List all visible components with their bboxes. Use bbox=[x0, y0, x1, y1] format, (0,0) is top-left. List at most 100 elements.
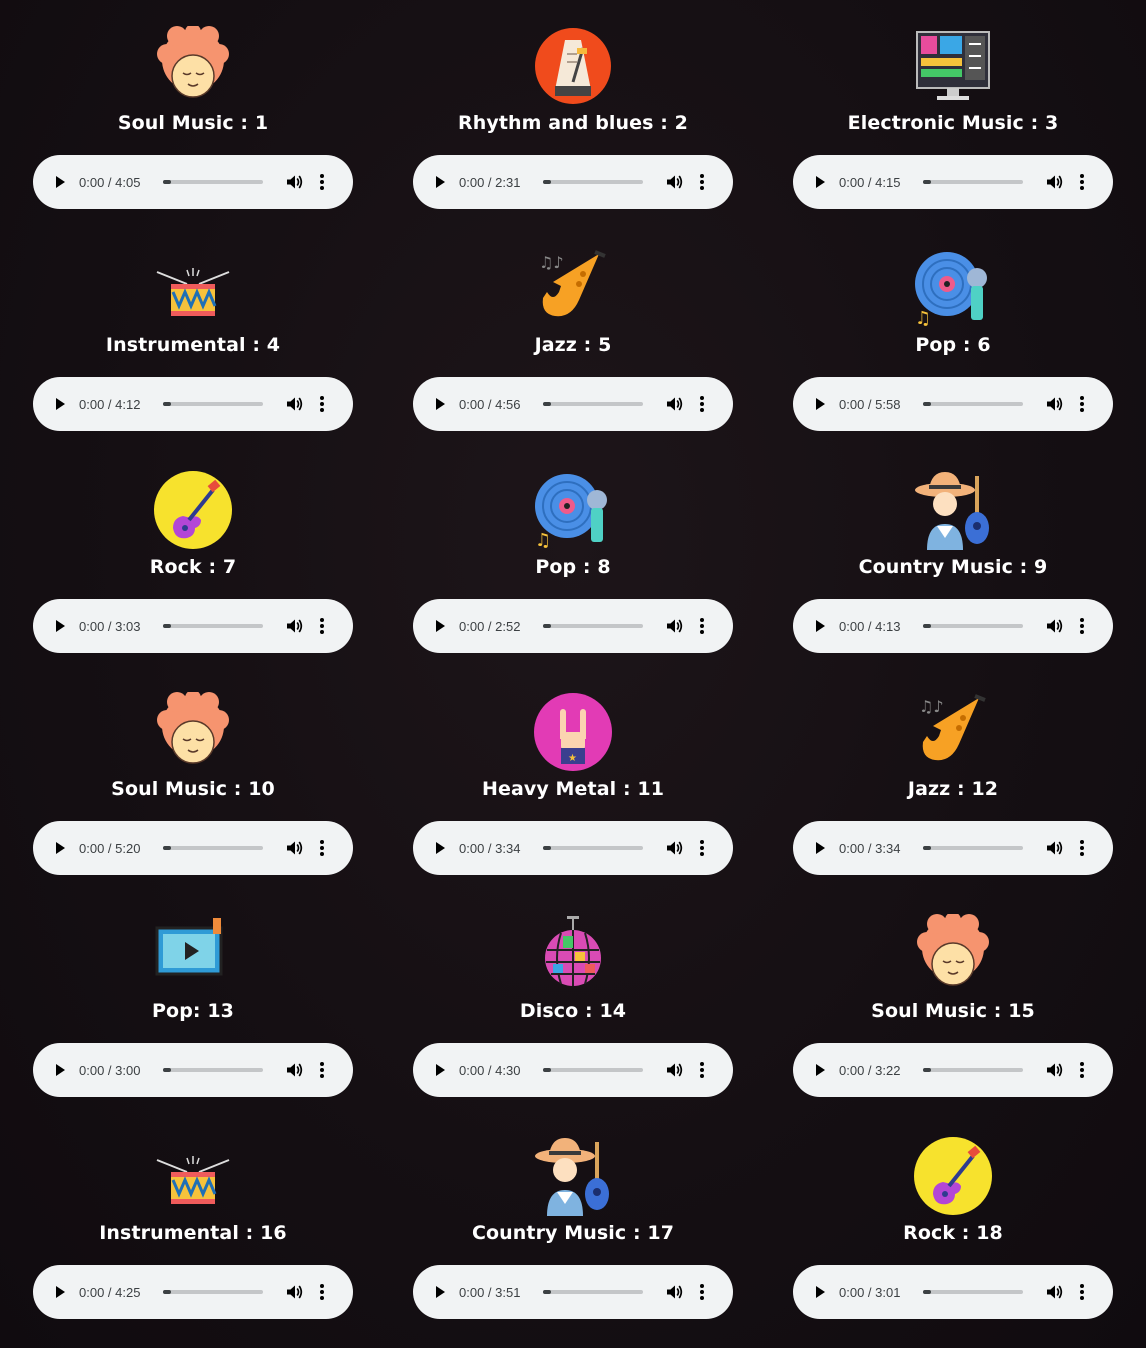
progress-thumb[interactable] bbox=[543, 180, 551, 184]
mute-button[interactable] bbox=[643, 1061, 683, 1079]
play-button[interactable] bbox=[813, 1063, 827, 1077]
play-button[interactable] bbox=[53, 619, 67, 633]
progress-thumb[interactable] bbox=[543, 402, 551, 406]
audio-player[interactable]: 0:00 / 5:20 bbox=[33, 821, 353, 875]
play-button[interactable] bbox=[433, 1063, 447, 1077]
play-button[interactable] bbox=[433, 175, 447, 189]
progress-thumb[interactable] bbox=[163, 180, 171, 184]
progress-slider[interactable] bbox=[543, 624, 643, 628]
audio-player[interactable]: 0:00 / 3:00 bbox=[33, 1043, 353, 1097]
progress-thumb[interactable] bbox=[163, 1290, 171, 1294]
more-options-button[interactable] bbox=[683, 839, 705, 857]
audio-player[interactable]: 0:00 / 4:12 bbox=[33, 377, 353, 431]
audio-player[interactable]: 0:00 / 4:13 bbox=[793, 599, 1113, 653]
progress-slider[interactable] bbox=[543, 1068, 643, 1072]
play-button[interactable] bbox=[53, 175, 67, 189]
more-options-button[interactable] bbox=[1063, 173, 1085, 191]
play-button[interactable] bbox=[813, 1285, 827, 1299]
more-options-button[interactable] bbox=[683, 395, 705, 413]
progress-slider[interactable] bbox=[543, 1290, 643, 1294]
more-options-button[interactable] bbox=[1063, 617, 1085, 635]
audio-player[interactable]: 0:00 / 4:15 bbox=[793, 155, 1113, 209]
play-button[interactable] bbox=[433, 619, 447, 633]
audio-player[interactable]: 0:00 / 3:03 bbox=[33, 599, 353, 653]
more-options-button[interactable] bbox=[1063, 839, 1085, 857]
mute-button[interactable] bbox=[263, 173, 303, 191]
progress-thumb[interactable] bbox=[923, 1290, 931, 1294]
play-button[interactable] bbox=[813, 619, 827, 633]
progress-slider[interactable] bbox=[543, 846, 643, 850]
mute-button[interactable] bbox=[643, 1283, 683, 1301]
mute-button[interactable] bbox=[1023, 839, 1063, 857]
more-options-button[interactable] bbox=[683, 173, 705, 191]
play-button[interactable] bbox=[433, 397, 447, 411]
audio-player[interactable]: 0:00 / 2:31 bbox=[413, 155, 733, 209]
play-button[interactable] bbox=[53, 397, 67, 411]
mute-button[interactable] bbox=[263, 617, 303, 635]
play-button[interactable] bbox=[813, 397, 827, 411]
progress-slider[interactable] bbox=[923, 180, 1023, 184]
mute-button[interactable] bbox=[263, 839, 303, 857]
progress-slider[interactable] bbox=[543, 402, 643, 406]
more-options-button[interactable] bbox=[683, 617, 705, 635]
progress-thumb[interactable] bbox=[923, 1068, 931, 1072]
more-options-button[interactable] bbox=[303, 617, 325, 635]
progress-slider[interactable] bbox=[923, 402, 1023, 406]
progress-thumb[interactable] bbox=[923, 624, 931, 628]
mute-button[interactable] bbox=[1023, 617, 1063, 635]
more-options-button[interactable] bbox=[303, 395, 325, 413]
mute-button[interactable] bbox=[1023, 1061, 1063, 1079]
progress-slider[interactable] bbox=[163, 402, 263, 406]
progress-thumb[interactable] bbox=[543, 624, 551, 628]
audio-player[interactable]: 0:00 / 2:52 bbox=[413, 599, 733, 653]
progress-thumb[interactable] bbox=[163, 1068, 171, 1072]
more-options-button[interactable] bbox=[303, 1283, 325, 1301]
mute-button[interactable] bbox=[263, 395, 303, 413]
mute-button[interactable] bbox=[1023, 395, 1063, 413]
progress-thumb[interactable] bbox=[923, 180, 931, 184]
progress-slider[interactable] bbox=[163, 1290, 263, 1294]
more-options-button[interactable] bbox=[683, 1061, 705, 1079]
progress-thumb[interactable] bbox=[923, 402, 931, 406]
more-options-button[interactable] bbox=[303, 839, 325, 857]
progress-thumb[interactable] bbox=[923, 846, 931, 850]
play-button[interactable] bbox=[433, 841, 447, 855]
progress-thumb[interactable] bbox=[163, 624, 171, 628]
audio-player[interactable]: 0:00 / 4:30 bbox=[413, 1043, 733, 1097]
more-options-button[interactable] bbox=[1063, 1283, 1085, 1301]
more-options-button[interactable] bbox=[303, 1061, 325, 1079]
mute-button[interactable] bbox=[643, 617, 683, 635]
mute-button[interactable] bbox=[643, 839, 683, 857]
progress-slider[interactable] bbox=[543, 180, 643, 184]
audio-player[interactable]: 0:00 / 3:34 bbox=[413, 821, 733, 875]
play-button[interactable] bbox=[813, 175, 827, 189]
more-options-button[interactable] bbox=[1063, 395, 1085, 413]
progress-slider[interactable] bbox=[923, 1068, 1023, 1072]
play-button[interactable] bbox=[813, 841, 827, 855]
progress-thumb[interactable] bbox=[163, 846, 171, 850]
play-button[interactable] bbox=[433, 1285, 447, 1299]
audio-player[interactable]: 0:00 / 5:58 bbox=[793, 377, 1113, 431]
progress-thumb[interactable] bbox=[543, 846, 551, 850]
play-button[interactable] bbox=[53, 1063, 67, 1077]
audio-player[interactable]: 0:00 / 3:34 bbox=[793, 821, 1113, 875]
progress-slider[interactable] bbox=[923, 846, 1023, 850]
more-options-button[interactable] bbox=[683, 1283, 705, 1301]
audio-player[interactable]: 0:00 / 4:56 bbox=[413, 377, 733, 431]
mute-button[interactable] bbox=[1023, 1283, 1063, 1301]
audio-player[interactable]: 0:00 / 3:22 bbox=[793, 1043, 1113, 1097]
audio-player[interactable]: 0:00 / 4:05 bbox=[33, 155, 353, 209]
audio-player[interactable]: 0:00 / 3:51 bbox=[413, 1265, 733, 1319]
mute-button[interactable] bbox=[643, 395, 683, 413]
mute-button[interactable] bbox=[263, 1061, 303, 1079]
progress-slider[interactable] bbox=[923, 1290, 1023, 1294]
more-options-button[interactable] bbox=[1063, 1061, 1085, 1079]
mute-button[interactable] bbox=[643, 173, 683, 191]
play-button[interactable] bbox=[53, 1285, 67, 1299]
progress-thumb[interactable] bbox=[543, 1068, 551, 1072]
audio-player[interactable]: 0:00 / 4:25 bbox=[33, 1265, 353, 1319]
audio-player[interactable]: 0:00 / 3:01 bbox=[793, 1265, 1113, 1319]
progress-slider[interactable] bbox=[163, 180, 263, 184]
progress-thumb[interactable] bbox=[543, 1290, 551, 1294]
play-button[interactable] bbox=[53, 841, 67, 855]
